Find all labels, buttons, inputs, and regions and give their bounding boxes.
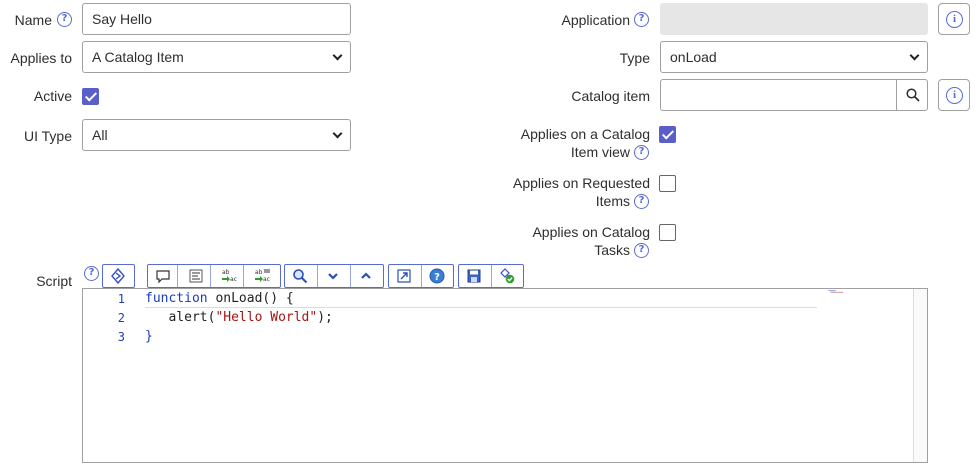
application-help-icon[interactable]: ?: [634, 12, 649, 27]
help-button[interactable]: ?: [422, 265, 453, 287]
applies-catalog-item-view-help-icon[interactable]: ?: [634, 145, 649, 160]
toolbar-group-edit: ab ac ab ac: [147, 264, 281, 288]
next-button[interactable]: [318, 265, 351, 287]
applies-catalog-tasks-label-2: Tasks: [594, 242, 630, 258]
catalog-item-info-button[interactable]: i: [938, 79, 970, 111]
catalog-item-search-button[interactable]: [896, 79, 928, 111]
active-checkbox[interactable]: [82, 88, 99, 105]
ui-type-select[interactable]: All: [82, 119, 351, 151]
applies-catalog-item-view-checkbox[interactable]: [659, 126, 676, 143]
format-icon: [189, 269, 203, 283]
svg-text:ab: ab: [222, 269, 230, 276]
replace-all-button[interactable]: ab ac: [247, 265, 280, 287]
script-editor[interactable]: 1 2 3 function onLoad() { alert("Hello W…: [82, 288, 928, 463]
replace-icon: ab ac: [222, 269, 237, 283]
toolbar-group-save: [458, 264, 524, 288]
editor-current-line-guide: [145, 307, 817, 308]
applies-requested-items-checkbox[interactable]: [659, 175, 676, 192]
applies-to-label: Applies to: [10, 50, 72, 66]
active-label: Active: [33, 88, 72, 104]
ui-type-label: UI Type: [24, 128, 72, 144]
chevron-down-icon: [332, 50, 343, 61]
code-line-1: function onLoad() {: [145, 291, 294, 306]
line-number: 3: [117, 330, 125, 344]
fullscreen-icon: [397, 269, 411, 283]
save-icon: [467, 269, 481, 283]
toolbar-group-search: [284, 264, 384, 288]
code-string: "Hello World": [215, 310, 318, 325]
code-text: alert(: [145, 310, 216, 325]
editor-scrollbar[interactable]: [913, 289, 927, 462]
applies-catalog-item-view-label-1: Applies on a Catalog: [520, 126, 650, 142]
info-icon: i: [946, 87, 963, 104]
applies-catalog-item-view-label-2: Item view: [570, 144, 630, 160]
type-value: onLoad: [670, 49, 717, 65]
svg-text:ac: ac: [230, 276, 237, 283]
applies-to-value: A Catalog Item: [92, 49, 184, 65]
ui-type-value: All: [92, 127, 108, 143]
applies-catalog-tasks-label-1: Applies on Catalog: [532, 224, 650, 240]
application-info-button[interactable]: i: [938, 3, 970, 35]
toggle-syntax-icon: [111, 268, 125, 284]
catalog-item-input[interactable]: [660, 79, 897, 111]
search-icon: [293, 269, 308, 284]
code-keyword: function: [145, 291, 208, 306]
svg-text:ac: ac: [263, 276, 270, 283]
catalog-item-label: Catalog item: [571, 88, 650, 104]
code-line-3: }: [145, 329, 153, 344]
search-button[interactable]: [285, 265, 318, 287]
line-number-gutter: 1 2 3: [83, 289, 133, 462]
applies-to-select[interactable]: A Catalog Item: [82, 41, 351, 73]
save-button[interactable]: [459, 265, 492, 287]
svg-text:ab: ab: [255, 269, 263, 276]
check-script-button[interactable]: [492, 265, 523, 287]
type-select[interactable]: onLoad: [660, 41, 928, 73]
comment-button[interactable]: [148, 265, 178, 287]
code-text: );: [317, 310, 333, 325]
application-label: Application: [561, 12, 631, 28]
svg-text:?: ?: [434, 272, 440, 283]
code-text: onLoad() {: [207, 291, 294, 306]
previous-button[interactable]: [351, 265, 383, 287]
name-input[interactable]: Say Hello: [82, 3, 351, 35]
fullscreen-button[interactable]: [389, 265, 422, 287]
script-label: Script: [36, 273, 72, 289]
replace-all-icon: ab ac: [255, 269, 270, 283]
toolbar-group-view: ?: [388, 264, 454, 288]
code-line-2: alert("Hello World");: [145, 310, 333, 325]
help-icon: ?: [429, 268, 445, 284]
check-script-icon: [500, 268, 515, 284]
replace-button[interactable]: ab ac: [214, 265, 244, 287]
applies-requested-items-label-2: Items: [595, 193, 630, 209]
toggle-syntax-button[interactable]: [103, 265, 134, 287]
applies-requested-items-label-1: Applies on Requested: [513, 175, 650, 191]
comment-icon: [156, 270, 170, 284]
chevron-down-icon: [332, 128, 343, 139]
script-help-icon[interactable]: ?: [84, 266, 99, 281]
toolbar-group-syntax: [102, 264, 135, 288]
application-field: [660, 3, 928, 35]
chevron-down-icon: [328, 273, 338, 280]
name-help-icon[interactable]: ?: [57, 12, 72, 27]
info-icon: i: [946, 11, 963, 28]
search-icon: [906, 88, 920, 102]
applies-catalog-tasks-checkbox[interactable]: [659, 224, 676, 241]
format-button[interactable]: [181, 265, 211, 287]
editor-minimap: [828, 290, 844, 293]
applies-requested-items-help-icon[interactable]: ?: [634, 194, 649, 209]
name-label: Name: [14, 12, 52, 28]
line-number: 1: [117, 292, 125, 306]
chevron-up-icon: [361, 272, 371, 279]
applies-catalog-tasks-help-icon[interactable]: ?: [634, 243, 649, 258]
line-number: 2: [117, 311, 125, 325]
type-label: Type: [619, 50, 650, 66]
chevron-down-icon: [909, 50, 920, 61]
